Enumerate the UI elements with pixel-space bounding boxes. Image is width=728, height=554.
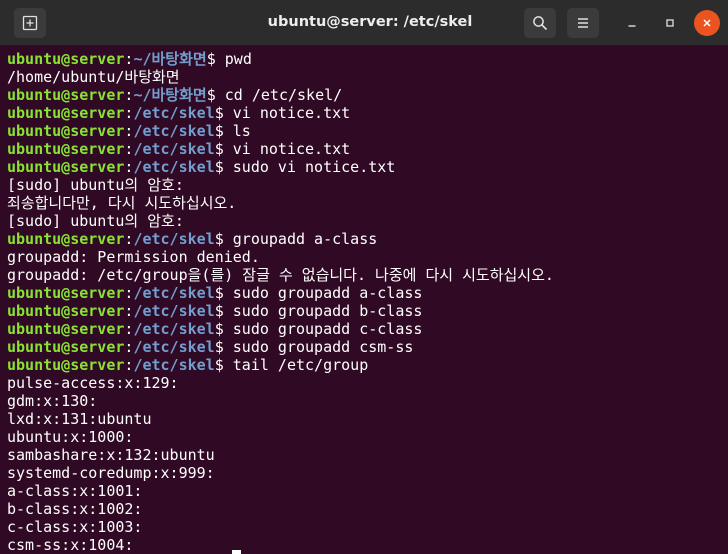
prompt-user-host: ubuntu@server — [7, 86, 125, 104]
output-line: c-class:x:1003: — [7, 518, 143, 536]
command-text: $ ls — [214, 122, 251, 140]
output-line: a-class:x:1001: — [7, 482, 143, 500]
command-text: $ cd /etc/skel/ — [206, 86, 343, 104]
close-button[interactable] — [694, 10, 720, 36]
prompt-line: ubuntu@server:/etc/skel$ sudo groupadd c… — [7, 338, 725, 356]
output-line: b-class:x:1002: — [7, 500, 143, 518]
terminal-output[interactable]: ubuntu@server:~/바탕화면$ pwd/home/ubuntu/바탕… — [7, 50, 725, 554]
prompt-line: ubuntu@server:/etc/skel$ sudo vi notice.… — [7, 158, 725, 176]
prompt-path: /etc/skel — [133, 356, 215, 374]
title-bar: ubuntu@server: /etc/skel — [0, 0, 728, 46]
output-line: lxd:x:131:ubuntu — [7, 410, 152, 428]
prompt-line: ubuntu@server:/etc/skel$ sudo groupadd b… — [7, 302, 725, 320]
text-cursor — [232, 550, 241, 554]
output-line: pulse-access:x:129: — [7, 374, 179, 392]
prompt-user-host: ubuntu@server — [7, 140, 125, 158]
prompt-user-host: ubuntu@server — [7, 284, 125, 302]
new-tab-button[interactable] — [14, 8, 46, 38]
output-line: [sudo] ubuntu의 암호: — [7, 212, 184, 230]
command-text: $ groupadd a-class — [214, 230, 378, 248]
maximize-icon — [666, 19, 674, 27]
prompt-line: ubuntu@server:/etc/skel$ sudo groupadd a… — [7, 284, 725, 302]
prompt-path: /etc/skel — [133, 122, 215, 140]
command-text: $ vi notice.txt — [214, 104, 351, 122]
output-line: ubuntu:x:1000: — [7, 428, 134, 446]
prompt-path: /etc/skel — [133, 284, 215, 302]
prompt-line: ubuntu@server:/etc/skel$ ls — [7, 122, 725, 140]
command-text: $ sudo vi notice.txt — [214, 158, 396, 176]
prompt-user-host: ubuntu@server — [7, 302, 125, 320]
hamburger-menu-icon — [578, 18, 588, 28]
prompt-line: ubuntu@server:/etc/skel$ tail /etc/group — [7, 356, 725, 374]
search-icon — [533, 16, 548, 31]
output-line: systemd-coredump:x:999: — [7, 464, 215, 482]
prompt-line: ubuntu@server:/etc/skel$ vi notice.txt — [7, 104, 725, 122]
command-text: $ vi notice.txt — [214, 140, 351, 158]
output-line: sambashare:x:132:ubuntu — [7, 446, 215, 464]
prompt-line: ubuntu@server:/etc/skel$ groupadd a-clas… — [7, 230, 725, 248]
prompt-user-host: ubuntu@server — [7, 320, 125, 338]
prompt-line: ubuntu@server:/etc/skel$ vi notice.txt — [7, 140, 725, 158]
prompt-user-host: ubuntu@server — [7, 230, 125, 248]
prompt-user-host: ubuntu@server — [7, 104, 125, 122]
prompt-path: /etc/skel — [133, 158, 215, 176]
command-text: $ sudo groupadd c-class — [214, 320, 423, 338]
output-line: gdm:x:130: — [7, 392, 98, 410]
prompt-user-host: ubuntu@server — [7, 338, 125, 356]
prompt-path: /etc/skel — [133, 230, 215, 248]
minimize-icon — [628, 25, 636, 27]
prompt-path: ~/바탕화면 — [133, 50, 207, 68]
prompt-path: /etc/skel — [133, 302, 215, 320]
prompt-line: ubuntu@server:/etc/skel$ sudo groupadd c… — [7, 320, 725, 338]
command-text: $ sudo groupadd b-class — [214, 302, 423, 320]
prompt-user-host: ubuntu@server — [7, 356, 125, 374]
prompt-user-host: ubuntu@server — [7, 158, 125, 176]
prompt-path: ~/바탕화면 — [133, 86, 207, 104]
search-button[interactable] — [524, 8, 556, 38]
prompt-path: /etc/skel — [133, 104, 215, 122]
maximize-button[interactable] — [657, 10, 683, 36]
menu-button[interactable] — [567, 8, 599, 38]
output-line: groupadd: /etc/group을(를) 잠글 수 없습니다. 나중에 … — [7, 266, 554, 284]
prompt-user-host: ubuntu@server — [7, 122, 125, 140]
prompt-line: ubuntu@server:~/바탕화면$ cd /etc/skel/ — [7, 86, 725, 104]
output-line: csm-ss:x:1004: — [7, 536, 134, 554]
output-line: groupadd: Permission denied. — [7, 248, 260, 266]
terminal-window: ubuntu@server: /etc/skel ubuntu@server:~… — [0, 0, 728, 554]
prompt-line: ubuntu@server:~/바탕화면$ pwd — [7, 50, 725, 68]
output-line: /home/ubuntu/바탕화면 — [7, 68, 180, 86]
close-icon — [703, 19, 711, 27]
command-text: $ pwd — [206, 50, 252, 68]
new-tab-icon — [22, 15, 38, 31]
prompt-user-host: ubuntu@server — [7, 50, 125, 68]
prompt-path: /etc/skel — [133, 338, 215, 356]
output-line: 죄송합니다만, 다시 시도하십시오. — [7, 194, 237, 212]
window-title: ubuntu@server: /etc/skel — [267, 14, 473, 30]
output-line: [sudo] ubuntu의 암호: — [7, 176, 184, 194]
minimize-button[interactable] — [619, 10, 645, 36]
prompt-path: /etc/skel — [133, 140, 215, 158]
prompt-path: /etc/skel — [133, 320, 215, 338]
command-text: $ sudo groupadd csm-ss — [214, 338, 414, 356]
command-text: $ sudo groupadd a-class — [214, 284, 423, 302]
command-text: $ tail /etc/group — [214, 356, 369, 374]
